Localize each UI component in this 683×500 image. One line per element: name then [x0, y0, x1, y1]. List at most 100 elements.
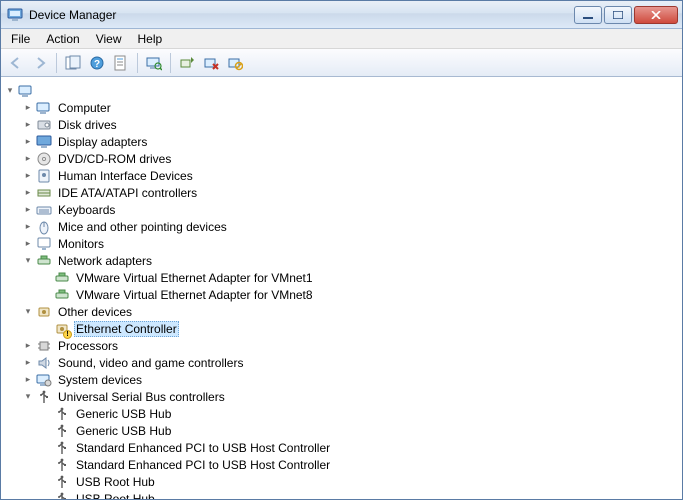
other-icon [36, 304, 52, 320]
tree-node-other[interactable]: ▾ Other devices [21, 303, 682, 320]
tree-node-label: Computer [56, 101, 113, 115]
tree-node-dvd[interactable]: ▸ DVD/CD-ROM drives [21, 150, 682, 167]
toolbar-sep [170, 53, 171, 73]
chevron-right-icon[interactable]: ▸ [21, 118, 35, 132]
chevron-right-icon[interactable]: ▸ [21, 237, 35, 251]
tree-node-computer[interactable]: ▸ Computer [21, 99, 682, 116]
keyboard-icon [36, 202, 52, 218]
uninstall-button[interactable] [200, 52, 222, 74]
tree-node-usb[interactable]: ▾Universal Serial Bus controllers [21, 388, 682, 405]
menu-view[interactable]: View [88, 30, 130, 48]
toolbar-sep [137, 53, 138, 73]
network-icon [36, 253, 52, 269]
menu-help[interactable]: Help [130, 30, 171, 48]
scan-button[interactable] [143, 52, 165, 74]
tree-node-network[interactable]: ▾ Network adapters [21, 252, 682, 269]
usb-icon [54, 423, 70, 439]
tree-node-vmnet1[interactable]: VMware Virtual Ethernet Adapter for VMne… [39, 269, 682, 286]
tree-node-keyboard[interactable]: ▸ Keyboards [21, 201, 682, 218]
help-button[interactable]: ? [86, 52, 108, 74]
chevron-down-icon[interactable]: ▾ [3, 84, 17, 98]
tree-root-node[interactable]: ▾ [3, 82, 682, 99]
toolbar: ? [1, 49, 682, 77]
usb-icon [54, 440, 70, 456]
computer-icon [36, 100, 52, 116]
tree-node-ide[interactable]: ▸IDE ATA/ATAPI controllers [21, 184, 682, 201]
chevron-right-icon[interactable]: ▸ [21, 220, 35, 234]
titlebar[interactable]: Device Manager [1, 1, 682, 29]
usb-icon [54, 474, 70, 490]
show-hidden-button[interactable] [62, 52, 84, 74]
svg-text:?: ? [94, 59, 100, 70]
chevron-down-icon[interactable]: ▾ [21, 390, 35, 404]
close-button[interactable] [634, 6, 678, 24]
tree-node-label: Sound, video and game controllers [56, 356, 245, 370]
tree-view[interactable]: ▾ ▸ Computer ▸ Disk drives▸Display adapters… [1, 77, 682, 499]
tree-node-system[interactable]: ▸System devices [21, 371, 682, 388]
tree-node-label: Disk drives [56, 118, 119, 132]
cpu-icon [36, 338, 52, 354]
tree-node-label: Keyboards [56, 203, 117, 217]
chevron-right-icon[interactable]: ▸ [21, 373, 35, 387]
tree-node-vmnet8[interactable]: VMware Virtual Ethernet Adapter for VMne… [39, 286, 682, 303]
usb-icon [54, 491, 70, 500]
update-driver-button[interactable] [176, 52, 198, 74]
tree-node-usb1[interactable]: Generic USB Hub [39, 405, 682, 422]
chevron-right-icon[interactable]: ▸ [21, 203, 35, 217]
display-icon [36, 134, 52, 150]
tree-node-label: Processors [56, 339, 120, 353]
nav-forward-button[interactable] [29, 52, 51, 74]
chevron-right-icon[interactable]: ▸ [21, 356, 35, 370]
chevron-right-icon[interactable]: ▸ [21, 152, 35, 166]
tree-node-label: Other devices [56, 305, 134, 319]
tree-root-label [38, 84, 75, 98]
tree-node-hid[interactable]: ▸ Human Interface Devices [21, 167, 682, 184]
tree-node-usb4[interactable]: Standard Enhanced PCI to USB Host Contro… [39, 456, 682, 473]
tree-node-label: VMware Virtual Ethernet Adapter for VMne… [74, 271, 315, 285]
tree-node-label: Human Interface Devices [56, 169, 195, 183]
chevron-right-icon[interactable]: ▸ [21, 339, 35, 353]
tree-node-mice[interactable]: ▸Mice and other pointing devices [21, 218, 682, 235]
tree-node-processors[interactable]: ▸ Processors [21, 337, 682, 354]
chevron-right-icon[interactable]: ▸ [21, 186, 35, 200]
tree-node-usb5[interactable]: USB Root Hub [39, 473, 682, 490]
chevron-down-icon[interactable]: ▾ [21, 254, 35, 268]
nav-back-button[interactable] [5, 52, 27, 74]
tree-node-monitors[interactable]: ▸Monitors [21, 235, 682, 252]
properties-button[interactable] [110, 52, 132, 74]
hid-icon [36, 168, 52, 184]
tree-node-usb2[interactable]: Generic USB Hub [39, 422, 682, 439]
network-icon [54, 287, 70, 303]
sound-icon [36, 355, 52, 371]
chevron-down-icon[interactable]: ▾ [21, 305, 35, 319]
tree-node-usb6[interactable]: USB Root Hub [39, 490, 682, 499]
computer-icon [18, 83, 34, 99]
tree-node-display[interactable]: ▸Display adapters [21, 133, 682, 150]
minimize-button[interactable] [574, 6, 602, 24]
chevron-right-icon[interactable]: ▸ [21, 169, 35, 183]
tree-node-disk[interactable]: ▸ Disk drives [21, 116, 682, 133]
usb-icon [54, 457, 70, 473]
ide-icon [36, 185, 52, 201]
maximize-button[interactable] [604, 6, 632, 24]
tree-node-label: DVD/CD-ROM drives [56, 152, 173, 166]
other-icon: ! [54, 321, 70, 337]
tree-node-usb3[interactable]: Standard Enhanced PCI to USB Host Contro… [39, 439, 682, 456]
tree-node-ethctrl[interactable]: !Ethernet Controller [39, 320, 682, 337]
tree-node-label: VMware Virtual Ethernet Adapter for VMne… [74, 288, 315, 302]
tree-node-label: USB Root Hub [74, 475, 157, 489]
tree-node-label: Generic USB Hub [74, 424, 173, 438]
tree-node-sound[interactable]: ▸ Sound, video and game controllers [21, 354, 682, 371]
tree-node-label: Network adapters [56, 254, 154, 268]
menu-file[interactable]: File [3, 30, 38, 48]
tree-node-label: Standard Enhanced PCI to USB Host Contro… [74, 458, 332, 472]
tree-node-label: Generic USB Hub [74, 407, 173, 421]
toolbar-sep [56, 53, 57, 73]
dvd-icon [36, 151, 52, 167]
tree-node-label: USB Root Hub [74, 492, 157, 500]
chevron-right-icon[interactable]: ▸ [21, 135, 35, 149]
chevron-right-icon[interactable]: ▸ [21, 101, 35, 115]
window-title: Device Manager [29, 8, 116, 22]
menu-action[interactable]: Action [38, 30, 87, 48]
disable-button[interactable] [224, 52, 246, 74]
